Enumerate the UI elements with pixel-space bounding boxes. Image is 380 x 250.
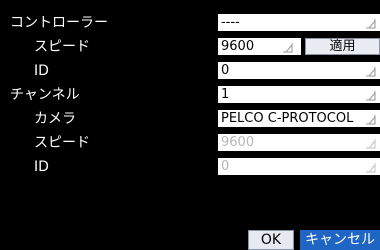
camera-id-label: ID xyxy=(34,159,49,175)
controller-id-value: 0 xyxy=(221,63,230,78)
channel-value: 1 xyxy=(221,87,230,102)
camera-speed-value: 9600 xyxy=(221,135,255,150)
camera-speed-row: スピード 9600 xyxy=(0,133,380,153)
controller-id-row: ID 0 xyxy=(0,61,380,81)
controller-label: コントローラー xyxy=(10,15,108,31)
dropdown-corner-icon xyxy=(366,67,376,77)
dropdown-corner-icon xyxy=(366,19,376,29)
camera-speed-select[interactable]: 9600 xyxy=(218,134,380,151)
controller-row: コントローラー ---- xyxy=(0,13,380,33)
camera-id-select[interactable]: 0 xyxy=(218,158,380,175)
channel-select[interactable]: 1 xyxy=(218,86,380,103)
controller-speed-select[interactable]: 9600 xyxy=(218,38,301,55)
channel-row: チャンネル 1 xyxy=(0,85,380,105)
apply-button[interactable]: 適用 xyxy=(305,38,380,55)
dropdown-corner-icon xyxy=(366,91,376,101)
controller-value: ---- xyxy=(221,15,240,30)
camera-speed-label: スピード xyxy=(34,135,90,151)
controller-select[interactable]: ---- xyxy=(218,14,380,31)
dropdown-corner-icon xyxy=(366,163,376,173)
controller-speed-value: 9600 xyxy=(221,39,255,54)
camera-label: カメラ xyxy=(34,111,76,127)
camera-select[interactable]: PELCO C-PROTOCOL xyxy=(218,110,380,127)
camera-id-row: ID 0 xyxy=(0,157,380,177)
dropdown-corner-icon xyxy=(366,115,376,125)
cancel-button[interactable]: キャンセル xyxy=(300,230,380,250)
controller-speed-row: スピード 9600 適用 xyxy=(0,37,380,57)
controller-id-select[interactable]: 0 xyxy=(218,62,380,79)
controller-id-label: ID xyxy=(34,63,49,79)
camera-row: カメラ PELCO C-PROTOCOL xyxy=(0,109,380,129)
dropdown-corner-icon xyxy=(366,139,376,149)
controller-speed-label: スピード xyxy=(34,39,90,55)
dropdown-corner-icon xyxy=(283,43,293,53)
ok-button[interactable]: OK xyxy=(248,230,294,250)
camera-value: PELCO C-PROTOCOL xyxy=(221,111,354,126)
camera-id-value: 0 xyxy=(221,159,230,174)
channel-label: チャンネル xyxy=(10,87,80,103)
